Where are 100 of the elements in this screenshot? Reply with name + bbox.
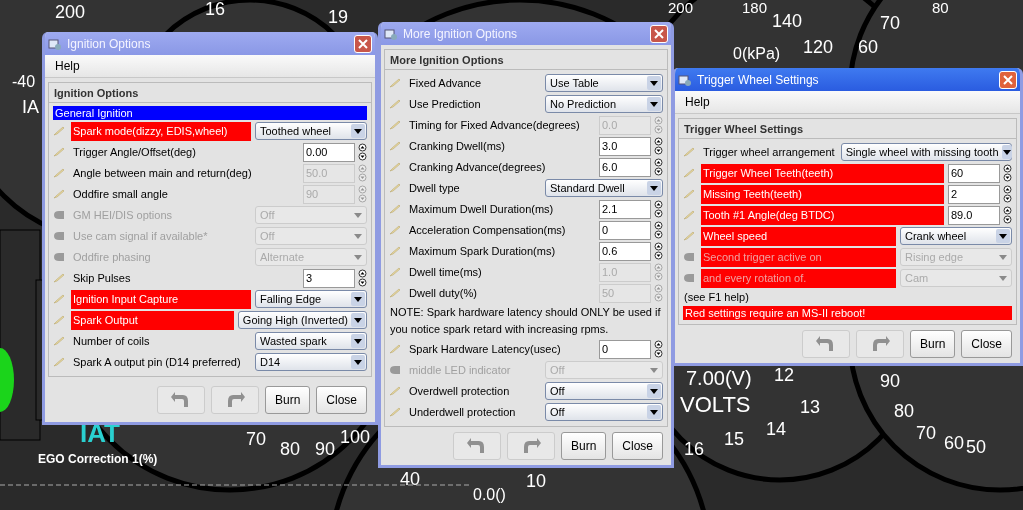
- pencil-icon: [389, 183, 401, 193]
- gauge-label: 13: [800, 398, 821, 416]
- dropdown-arrow-icon: [649, 365, 659, 375]
- number-field[interactable]: 0: [599, 339, 651, 359]
- menu-item[interactable]: Help: [45, 59, 90, 73]
- undo-arrow-icon: [466, 437, 487, 455]
- gauge-label: 50: [966, 438, 987, 456]
- pencil-icon: [683, 147, 695, 157]
- setting-label: Trigger Angle/Offset(deg): [72, 144, 197, 160]
- number-field[interactable]: 6.0: [599, 157, 651, 177]
- setting-label: Tooth #1 Angle(deg BTDC): [701, 205, 944, 225]
- close-icon[interactable]: [650, 24, 668, 43]
- pencil-icon: [389, 204, 401, 214]
- setting-label: Spark mode(dizzy, EDIS,wheel): [71, 121, 251, 141]
- spinner-icon[interactable]: [654, 137, 663, 155]
- setting-label: Acceleration Compensation(ms): [408, 222, 567, 238]
- setting-label: Spark Output: [71, 310, 234, 330]
- setting-label: Dwell time(ms): [408, 264, 483, 280]
- close-icon[interactable]: [354, 34, 372, 53]
- dropdown[interactable]: Standard Dwell: [545, 179, 663, 197]
- dropdown-arrow-icon: [353, 252, 363, 262]
- spinner-icon[interactable]: [654, 158, 663, 176]
- setting-label: Skip Pulses: [72, 270, 132, 286]
- setting-label: Spark A output pin (D14 preferred): [72, 354, 242, 370]
- window-title: Ignition Options: [67, 36, 152, 51]
- pencil-icon: [53, 357, 65, 367]
- dropdown-arrow-icon: [649, 386, 659, 396]
- spinner-icon[interactable]: [1003, 206, 1012, 224]
- number-field[interactable]: 0.00: [303, 142, 355, 162]
- dropdown[interactable]: Wasted spark: [255, 332, 367, 350]
- dropdown[interactable]: Toothed wheel: [255, 122, 367, 140]
- number-field[interactable]: 89.0: [948, 205, 1000, 225]
- gauge-label: 100: [340, 428, 371, 446]
- gauge-label: 180: [742, 0, 768, 15]
- dropdown[interactable]: Off: [545, 403, 663, 421]
- dropdown[interactable]: Single wheel with missing tooth: [840, 143, 1012, 161]
- dropdown-arrow-icon: [353, 126, 363, 136]
- dialog-button[interactable]: Close: [961, 330, 1012, 358]
- dropdown-arrow-icon: [353, 315, 363, 325]
- pencil-icon: [53, 336, 65, 346]
- undo-arrow-icon: [815, 335, 836, 353]
- setting-label: Missing Teeth(teeth): [701, 184, 944, 204]
- spinner-icon[interactable]: [654, 242, 663, 260]
- setting-label: Use Prediction: [408, 96, 482, 112]
- number-field[interactable]: 0.6: [599, 241, 651, 261]
- dropdown[interactable]: Use Table: [545, 74, 663, 92]
- number-field[interactable]: 3.0: [599, 136, 651, 156]
- gauge-label: 16: [205, 0, 226, 18]
- dropdown-arrow-icon: [649, 407, 659, 417]
- number-field[interactable]: 60: [948, 163, 1000, 183]
- spinner-icon[interactable]: [358, 143, 367, 161]
- dropdown[interactable]: Going High (Inverted): [237, 311, 367, 329]
- pencil-icon: [683, 189, 695, 199]
- gauge-label: 16: [684, 440, 705, 458]
- spinner-icon[interactable]: [654, 340, 663, 358]
- dialog-button[interactable]: Burn: [560, 432, 607, 460]
- spinner-icon[interactable]: [358, 269, 367, 287]
- gauge-label: 120: [803, 38, 834, 56]
- dialog-button[interactable]: Close: [612, 432, 663, 460]
- pencil-icon: [389, 141, 401, 151]
- warning-text: Red settings require an MS-II reboot!: [683, 306, 1012, 320]
- close-icon[interactable]: [999, 70, 1017, 89]
- dropdown-arrow-icon: [998, 273, 1008, 283]
- pencil-icon: [53, 189, 65, 199]
- dropdown[interactable]: No Prediction: [545, 95, 663, 113]
- dropdown[interactable]: Crank wheel: [900, 227, 1012, 245]
- number-field[interactable]: 2: [948, 184, 1000, 204]
- dropdown-arrow-icon: [353, 210, 363, 220]
- menu-item[interactable]: Help: [675, 95, 720, 109]
- spinner-icon[interactable]: [1003, 185, 1012, 203]
- setting-label: Fixed Advance: [408, 75, 483, 91]
- pencil-icon: [683, 168, 695, 178]
- dropdown[interactable]: Falling Edge: [255, 290, 367, 308]
- number-field[interactable]: 2.1: [599, 199, 651, 219]
- number-field[interactable]: 3: [303, 268, 355, 288]
- setting-label: Oddfire small angle: [72, 186, 169, 202]
- dropdown[interactable]: Off: [545, 382, 663, 400]
- setting-label: Maximum Dwell Duration(ms): [408, 201, 555, 217]
- spinner-icon[interactable]: [654, 200, 663, 218]
- dialog-button[interactable]: Burn: [909, 330, 956, 358]
- gauge-label: 90: [880, 372, 901, 390]
- dialog-button[interactable]: Close: [316, 385, 367, 414]
- spinner-icon[interactable]: [654, 221, 663, 239]
- setting-label: GM HEI/DIS options: [72, 207, 174, 223]
- dropdown[interactable]: D14: [255, 353, 367, 371]
- setting-label: Spark Hardware Latency(usec): [408, 341, 562, 357]
- number-field[interactable]: 0: [599, 220, 651, 240]
- gauge-label: 15: [724, 430, 745, 448]
- gauge-label: 10: [526, 472, 547, 490]
- window-icon: [678, 72, 692, 87]
- pencil-icon: [389, 267, 401, 277]
- setting-label: Oddfire phasing: [72, 249, 152, 265]
- dialog-button[interactable]: Burn: [264, 385, 311, 414]
- gauge-label: 90: [315, 440, 336, 458]
- window-icon: [384, 26, 398, 41]
- pencil-icon: [683, 231, 695, 241]
- spinner-icon[interactable]: [1003, 164, 1012, 182]
- setting-label: Number of coils: [72, 333, 151, 349]
- lock-icon: [53, 210, 65, 220]
- gauge-label: IA: [22, 98, 39, 116]
